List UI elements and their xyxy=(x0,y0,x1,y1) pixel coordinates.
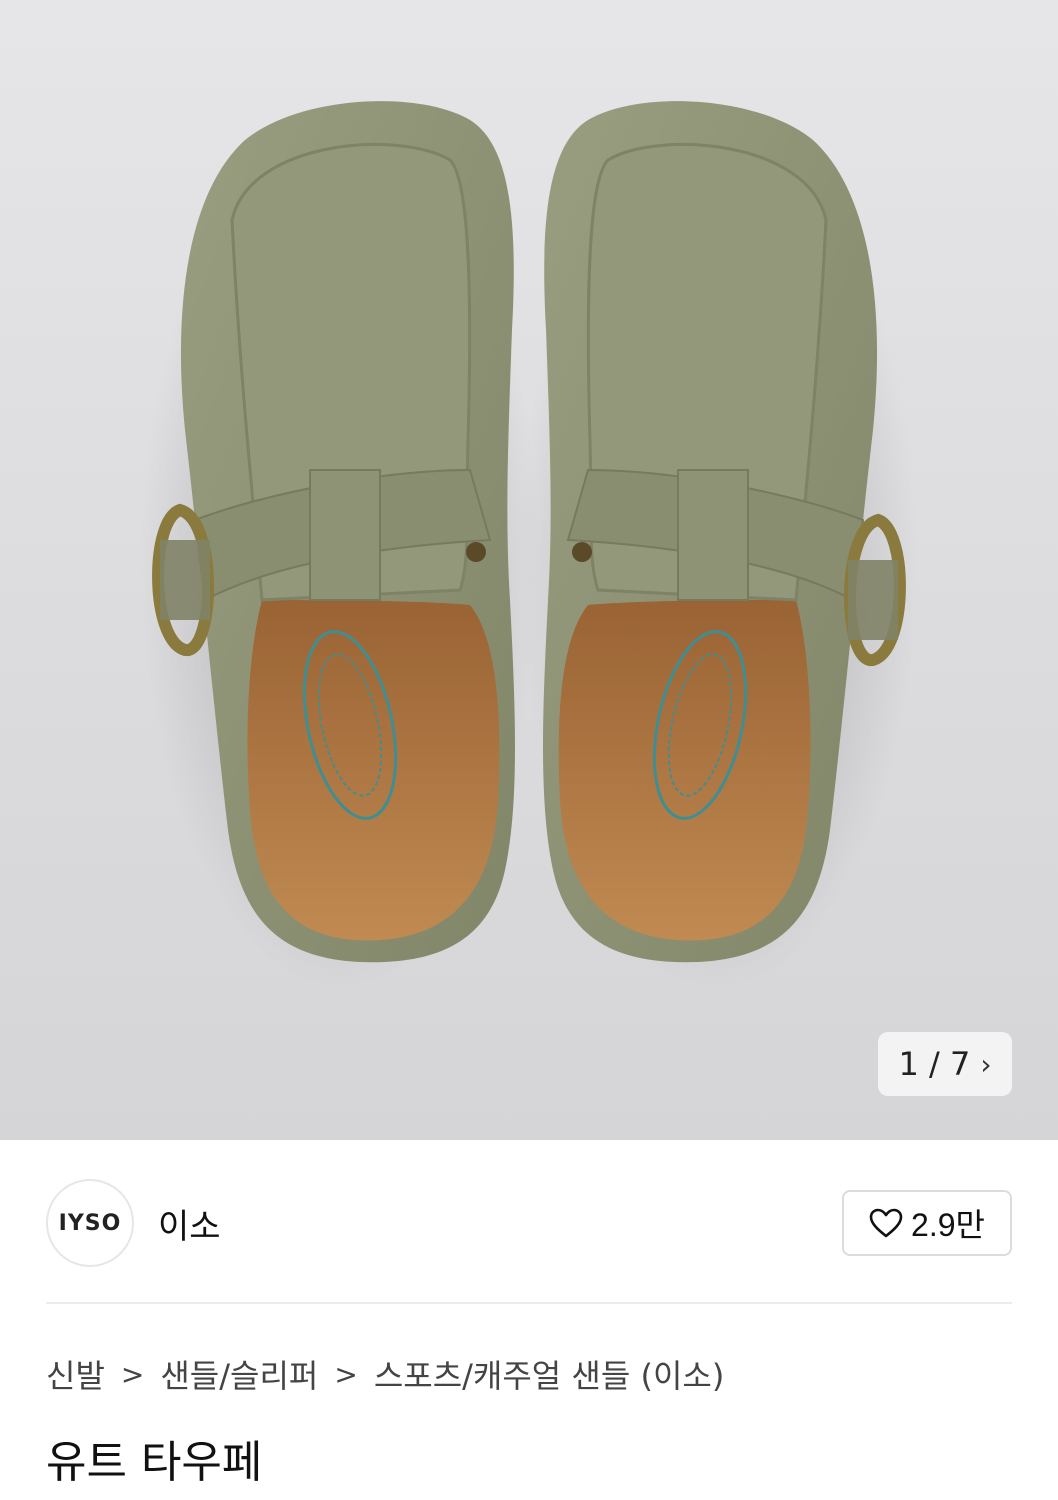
divider xyxy=(46,1302,1012,1304)
product-image[interactable]: 1 / 7 › xyxy=(0,0,1058,1140)
chevron-right-icon: › xyxy=(980,1047,992,1081)
product-photo-sandals xyxy=(140,101,918,990)
brand-logo-text: IYSO xyxy=(58,1210,122,1236)
brand-logo[interactable]: IYSO xyxy=(46,1179,134,1267)
breadcrumb-item-sandals-slippers[interactable]: 샌들/슬리퍼 xyxy=(160,1351,318,1397)
like-button[interactable]: 2.9만 xyxy=(842,1190,1012,1256)
heart-icon xyxy=(869,1208,903,1238)
chevron-right-icon: > xyxy=(120,1357,145,1391)
like-count: 2.9만 xyxy=(911,1207,985,1243)
breadcrumb-item-footwear[interactable]: 신발 xyxy=(46,1351,105,1397)
image-counter[interactable]: 1 / 7 › xyxy=(878,1032,1012,1096)
image-counter-text: 1 / 7 xyxy=(898,1045,971,1083)
brand-row: IYSO 이소 2.9만 xyxy=(46,1178,1012,1268)
product-title: 유트 타우페 xyxy=(46,1437,263,1488)
brand-name[interactable]: 이소 xyxy=(158,1199,221,1248)
breadcrumb-item-sport-casual-sandals[interactable]: 스포츠/캐주얼 샌들 (이소) xyxy=(374,1351,725,1397)
chevron-right-icon: > xyxy=(334,1357,358,1391)
breadcrumb: 신발 > 샌들/슬리퍼 > 스포츠/캐주얼 샌들 (이소) xyxy=(46,1350,1012,1398)
